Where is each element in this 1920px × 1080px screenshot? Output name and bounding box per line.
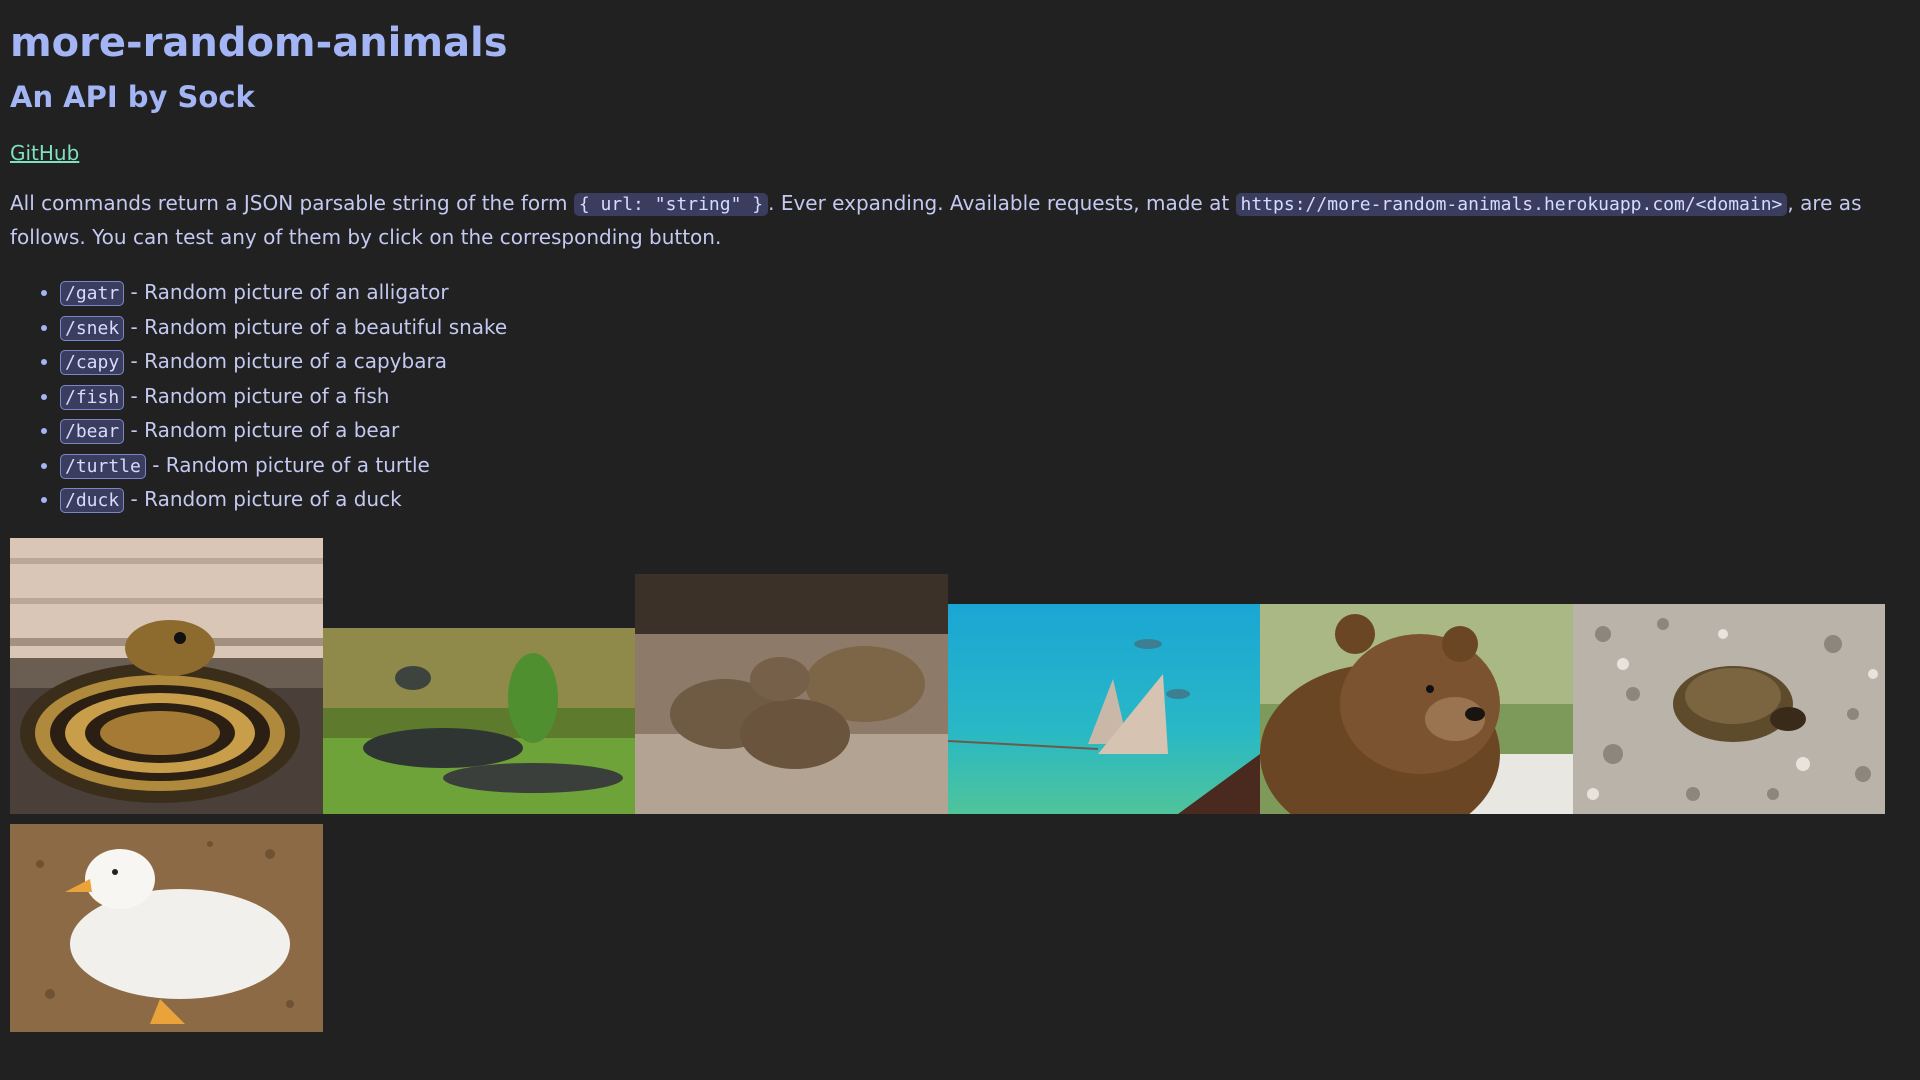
- bear-photo: [1260, 603, 1573, 814]
- json-form-code: { url: "string" }: [573, 193, 769, 216]
- capybara-image: [635, 573, 948, 814]
- page-subtitle: An API by Sock: [10, 80, 255, 114]
- endpoint-item-duck: /duck - Random picture of a duck: [60, 483, 1910, 518]
- capybara-photo: [635, 573, 948, 814]
- intro-text-1: All commands return a JSON parsable stri…: [10, 191, 574, 215]
- endpoint-item-gatr: /gatr - Random picture of an alligator: [60, 276, 1910, 311]
- endpoint-button-capy[interactable]: /capy: [60, 350, 125, 375]
- endpoint-list: /gatr - Random picture of an alligator /…: [10, 276, 1910, 518]
- endpoint-item-turtle: /turtle - Random picture of a turtle: [60, 449, 1910, 484]
- endpoint-desc: - Random picture of a duck: [124, 487, 402, 511]
- endpoint-desc: - Random picture of a capybara: [124, 349, 447, 373]
- endpoint-desc: - Random picture of a fish: [124, 383, 390, 408]
- snake-image: [10, 537, 323, 814]
- stingray-image: [948, 603, 1260, 814]
- endpoint-item-capy: /capy - Random picture of a capybara: [60, 345, 1910, 380]
- turtle-image: [1573, 603, 1885, 814]
- endpoint-button-bear[interactable]: /bear: [60, 419, 125, 444]
- endpoint-button-fish[interactable]: /fish: [60, 384, 125, 410]
- endpoint-desc: - Random picture of a turtle: [145, 452, 430, 477]
- duck-image: [10, 823, 323, 1032]
- image-gallery: [10, 518, 1910, 1038]
- turtle-photo: [1573, 603, 1885, 814]
- alligator-photo: [323, 627, 635, 814]
- github-link[interactable]: GitHub: [10, 141, 79, 165]
- endpoint-item-snek: /snek - Random picture of a beautiful sn…: [60, 311, 1910, 346]
- intro-text-2: . Ever expanding. Available requests, ma…: [768, 191, 1236, 215]
- base-url-code: https://more-random-animals.herokuapp.co…: [1235, 193, 1788, 216]
- page-title: more-random-animals: [10, 20, 508, 66]
- endpoint-item-fish: /fish - Random picture of a fish: [60, 380, 1910, 415]
- endpoint-item-bear: /bear - Random picture of a bear: [60, 414, 1910, 449]
- bear-image: [1260, 603, 1573, 814]
- endpoint-button-duck[interactable]: /duck: [60, 488, 125, 513]
- endpoint-desc: - Random picture of a bear: [124, 418, 400, 442]
- stingray-photo: [948, 603, 1260, 814]
- endpoint-button-gatr[interactable]: /gatr: [60, 281, 125, 306]
- alligator-image: [323, 627, 635, 814]
- page: more-random-animals An API by Sock GitHu…: [0, 20, 1920, 1038]
- endpoint-desc: - Random picture of an alligator: [124, 280, 449, 304]
- snake-photo: [10, 537, 323, 814]
- endpoint-button-turtle[interactable]: /turtle: [60, 453, 146, 479]
- duck-photo: [10, 823, 323, 1032]
- endpoint-button-snek[interactable]: /snek: [60, 315, 125, 341]
- endpoint-desc: - Random picture of a beautiful snake: [124, 314, 508, 339]
- intro-paragraph: All commands return a JSON parsable stri…: [10, 187, 1910, 254]
